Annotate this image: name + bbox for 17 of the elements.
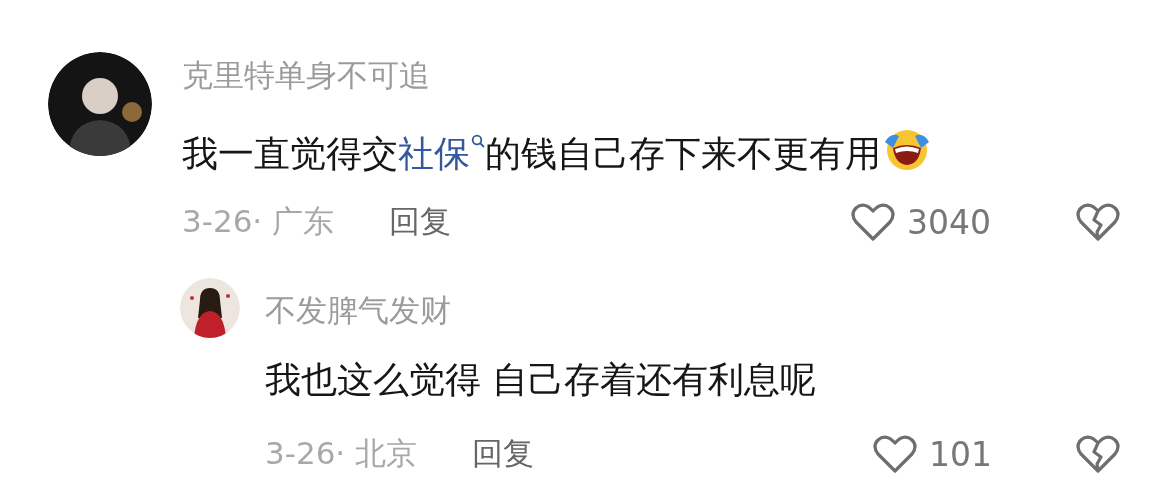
search-link[interactable]: 社保 xyxy=(398,133,485,174)
reply-button[interactable]: 回复 xyxy=(472,433,535,474)
laughing-face-icon xyxy=(883,128,931,172)
broken-heart-icon[interactable] xyxy=(1076,202,1120,242)
avatar-icon[interactable] xyxy=(180,278,240,338)
comment-text: 我一直觉得交社保 的钱自己存下来不更有用 xyxy=(182,128,1120,178)
like-count: 3040 xyxy=(907,202,991,242)
broken-heart-icon[interactable] xyxy=(1076,434,1120,474)
comment-text: 我也这么觉得 自己存着还有利息呢 xyxy=(265,358,818,402)
like-count: 101 xyxy=(929,434,992,474)
date-location: 3-26· 广东 xyxy=(182,202,335,241)
heart-icon[interactable] xyxy=(851,202,895,242)
search-icon xyxy=(471,134,485,148)
heart-icon[interactable] xyxy=(873,434,917,474)
date-location: 3-26· 北京 xyxy=(265,434,418,473)
avatar-icon[interactable] xyxy=(48,52,152,156)
reply-button[interactable]: 回复 xyxy=(389,201,452,243)
